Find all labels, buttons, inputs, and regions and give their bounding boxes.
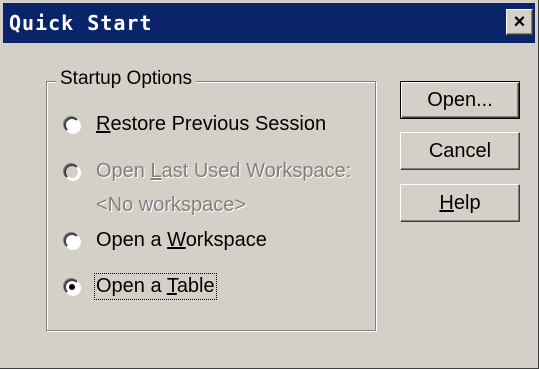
radio-open-a-table[interactable]: Open a Table [64, 273, 217, 300]
quick-start-dialog: Quick Start × Startup Options Restore Pr… [0, 0, 539, 369]
radio-button[interactable] [64, 116, 80, 133]
radio-label-workspace: Open a Workspace [96, 229, 267, 251]
radio-label-restore: Restore Previous Session [96, 113, 327, 135]
radio-open-last-used-workspace: Open Last Used Workspace: [64, 160, 351, 183]
title-bar[interactable]: Quick Start × [3, 3, 535, 43]
open-button[interactable]: Open... [400, 81, 520, 119]
cancel-button[interactable]: Cancel [400, 132, 520, 170]
last-workspace-value: <No workspace> [96, 194, 247, 216]
radio-label-table: Open a Table [94, 273, 217, 300]
window-title: Quick Start [9, 11, 153, 35]
radio-button[interactable] [64, 232, 80, 249]
radio-button-selected[interactable] [64, 278, 80, 295]
help-button[interactable]: Help [400, 184, 520, 222]
startup-options-label: Startup Options [56, 68, 197, 90]
close-icon: × [513, 11, 526, 33]
radio-label-last-workspace: Open Last Used Workspace: [96, 160, 352, 182]
radio-open-a-workspace[interactable]: Open a Workspace [64, 229, 267, 252]
close-button[interactable]: × [506, 9, 533, 35]
radio-button [64, 163, 80, 180]
radio-restore-previous-session[interactable]: Restore Previous Session [64, 113, 326, 136]
